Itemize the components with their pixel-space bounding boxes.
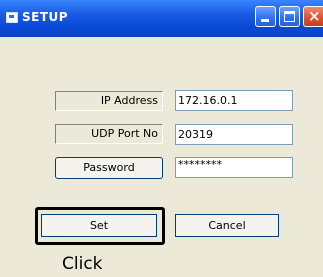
udp-port-label: UDP Port No [55,124,163,144]
cancel-button[interactable]: Cancel [175,214,279,237]
window-title: SETUP [22,10,69,24]
close-button[interactable]: × [303,6,323,27]
ip-address-field[interactable]: 172.16.0.1 [175,90,293,111]
close-icon: × [308,7,321,25]
minimize-icon [261,19,269,22]
maximize-button[interactable] [279,6,300,27]
password-field[interactable]: ******** [175,157,293,178]
title-bar[interactable]: SETUP × [0,0,323,37]
minimize-button[interactable] [255,6,276,27]
set-button-highlight [35,207,165,245]
maximize-icon [284,11,295,22]
udp-port-field[interactable]: 20319 [175,124,293,145]
ip-address-label: IP Address [55,91,163,111]
app-icon [6,12,18,23]
password-button[interactable]: Password [55,157,163,179]
click-annotation: Click [62,254,103,274]
